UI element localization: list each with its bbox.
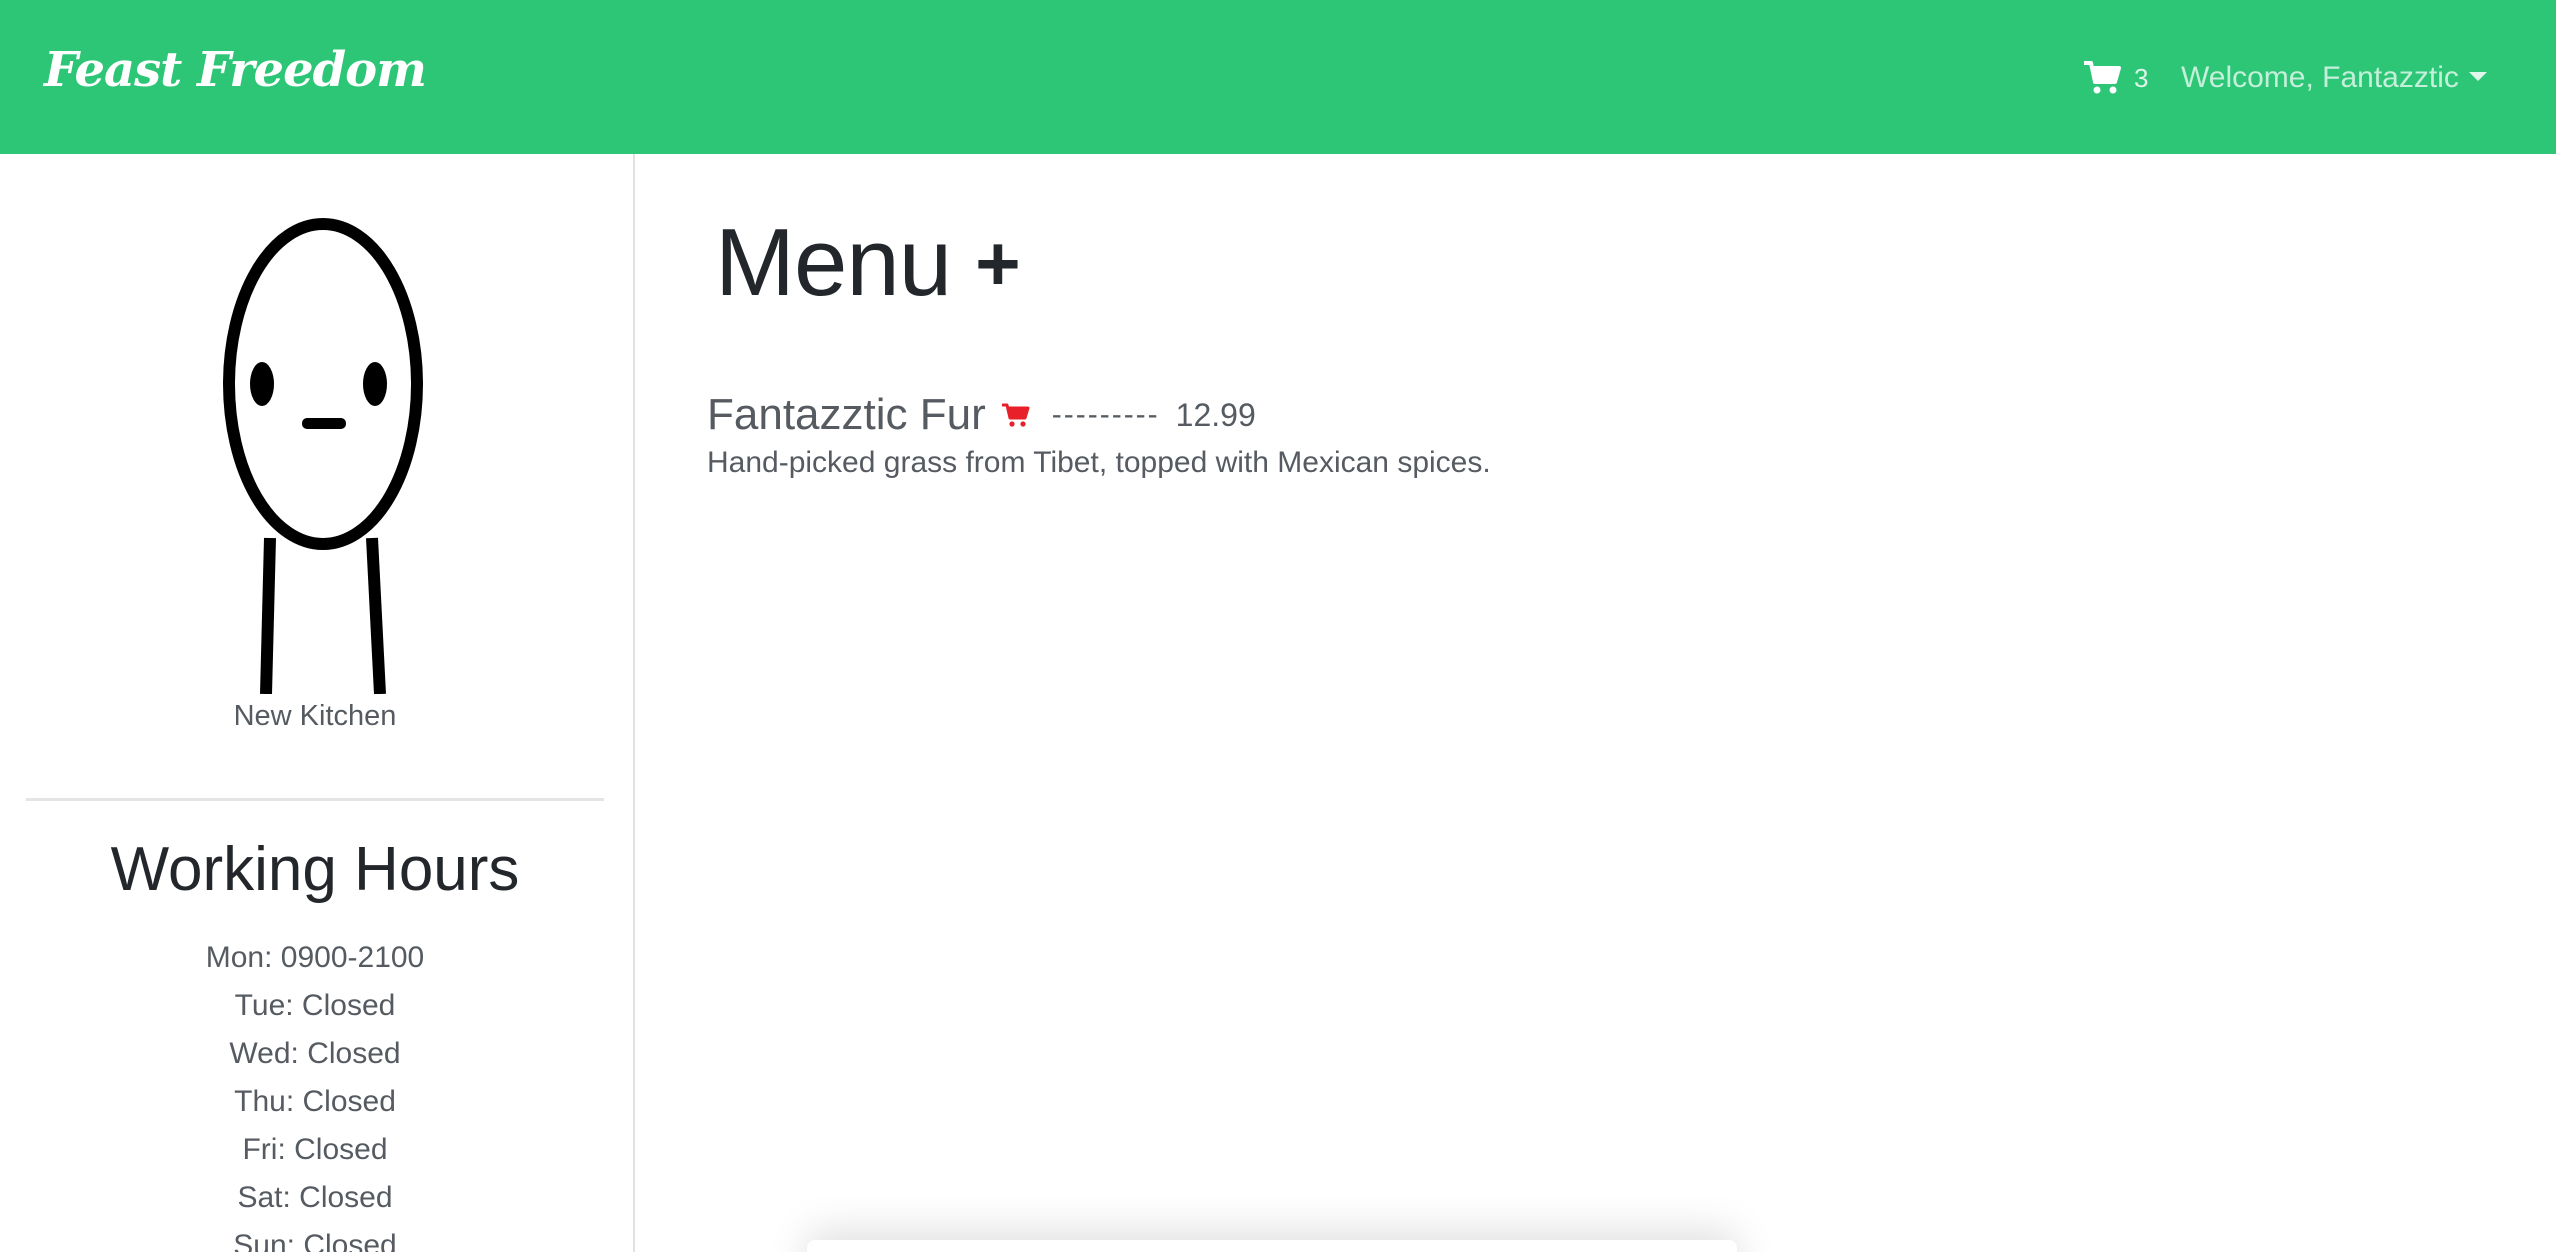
hours-row-mon: Mon: 0900-2100 xyxy=(205,941,425,974)
hours-row-fri: Fri: Closed xyxy=(242,1133,388,1166)
menu-item-header: Fantazztic Fur --------- 12.99 xyxy=(707,386,1491,444)
menu-item-price: 12.99 xyxy=(1175,396,1256,433)
hours-row-sun: Sun: Closed xyxy=(233,1229,397,1252)
kitchen-sidebar: New Kitchen Working Hours Mon: 0900-2100… xyxy=(0,154,635,1252)
divider xyxy=(26,798,604,801)
menu-item: Fantazztic Fur --------- 12.99 Hand-pick… xyxy=(707,386,1491,480)
hours-row-sat: Sat: Closed xyxy=(237,1181,393,1214)
hours-row-wed: Wed: Closed xyxy=(229,1037,401,1070)
add-to-cart-icon[interactable] xyxy=(1001,402,1030,428)
brand-logo[interactable]: Feast Freedom xyxy=(44,42,427,98)
menu-item-name: Fantazztic Fur xyxy=(707,390,986,439)
user-menu-toggle[interactable]: Welcome, Fantazztic xyxy=(2181,56,2487,100)
menu-content: Menu + Fantazztic Fur --------- 12.99 Ha… xyxy=(637,154,2556,1252)
shopping-cart-icon xyxy=(2084,60,2122,96)
working-hours-title: Working Hours xyxy=(110,835,520,904)
navbar: Feast Freedom 3 Welcome, Fantazztic xyxy=(0,0,2556,154)
caret-down-icon xyxy=(2468,71,2487,81)
add-menu-item-button[interactable]: + xyxy=(975,224,1021,302)
working-hours-list: Mon: 0900-2100 Tue: Closed Wed: Closed T… xyxy=(0,934,630,1252)
kitchen-name: New Kitchen xyxy=(233,700,397,732)
menu-item-description: Hand-picked grass from Tibet, topped wit… xyxy=(707,446,1491,479)
hours-row-tue: Tue: Closed xyxy=(234,989,396,1022)
hours-row-thu: Thu: Closed xyxy=(234,1085,396,1118)
kitchen-avatar xyxy=(223,218,423,694)
menu-heading: Menu + xyxy=(715,208,1021,318)
cart-count-badge: 3 xyxy=(2134,62,2149,93)
menu-item-separator: --------- xyxy=(1051,398,1160,431)
welcome-label: Welcome, Fantazztic xyxy=(2181,61,2459,94)
cart-button[interactable]: 3 xyxy=(2084,56,2148,100)
page-title: Menu xyxy=(715,209,952,316)
floating-panel-edge xyxy=(807,1240,1737,1252)
